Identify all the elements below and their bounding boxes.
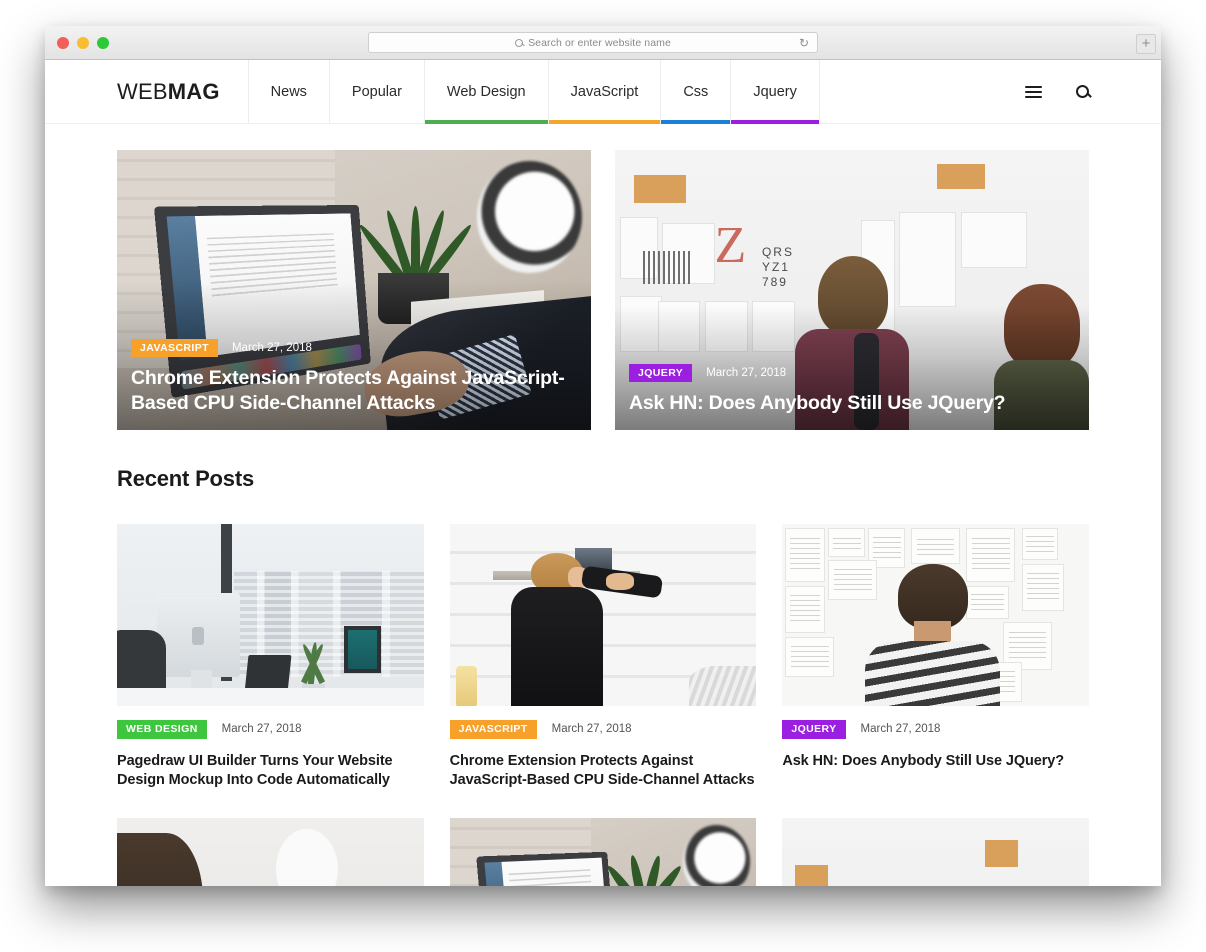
- nav-underline-javascript: [548, 120, 661, 124]
- nav-item-web-design[interactable]: Web Design: [423, 60, 548, 124]
- featured-post-overlay: JAVASCRIPT March 27, 2018 Chrome Extensi…: [117, 280, 591, 430]
- featured-post-card[interactable]: JAVASCRIPT March 27, 2018 Chrome Extensi…: [117, 150, 591, 430]
- post-card[interactable]: Z: [782, 818, 1089, 886]
- post-date: March 27, 2018: [706, 366, 787, 379]
- post-date: March 27, 2018: [551, 723, 632, 736]
- post-card[interactable]: JAVASCRIPT March 27, 2018 Chrome Extensi…: [449, 524, 757, 791]
- recent-posts-grid: WEB DESIGN March 27, 2018 Pagedraw UI Bu…: [117, 524, 1089, 790]
- address-bar-content: Search or enter website name: [515, 37, 671, 49]
- logo-text-bold: MAG: [167, 78, 220, 104]
- category-badge[interactable]: JQUERY: [782, 720, 846, 739]
- page-viewport: WEB MAG News Popular Web Design JavaScrip…: [45, 60, 1161, 886]
- header-actions: [1025, 60, 1161, 123]
- nav-item-label: News: [270, 83, 307, 100]
- post-card[interactable]: WEB DESIGN March 27, 2018 Pagedraw UI Bu…: [117, 524, 424, 790]
- post-meta: WEB DESIGN March 27, 2018: [117, 720, 424, 739]
- post-thumbnail[interactable]: Z: [782, 818, 1089, 886]
- nav-item-label: Web Design: [446, 83, 526, 100]
- post-date: March 27, 2018: [231, 341, 312, 354]
- post-meta: JAVASCRIPT March 27, 2018: [449, 720, 757, 739]
- hamburger-menu-icon[interactable]: [1025, 85, 1042, 98]
- post-title[interactable]: Chrome Extension Protects Against JavaSc…: [450, 752, 757, 791]
- nav-underline-css: [661, 120, 731, 124]
- window-controls: [57, 37, 109, 49]
- category-badge[interactable]: JAVASCRIPT: [449, 720, 537, 739]
- search-icon[interactable]: [1076, 85, 1089, 98]
- featured-post-overlay: JQUERY March 27, 2018 Ask HN: Does Anybo…: [615, 305, 1089, 430]
- address-bar-placeholder: Search or enter website name: [528, 36, 671, 49]
- post-title[interactable]: Ask HN: Does Anybody Still Use JQuery?: [782, 752, 1089, 771]
- post-thumbnail[interactable]: [117, 524, 424, 706]
- nav-item-label: Css: [683, 83, 709, 100]
- new-tab-button[interactable]: +: [1136, 34, 1156, 54]
- page-content: JAVASCRIPT March 27, 2018 Chrome Extensi…: [45, 124, 1161, 886]
- featured-post-title[interactable]: Ask HN: Does Anybody Still Use JQuery?: [629, 391, 1075, 416]
- nav-underline-jquery: [731, 120, 819, 124]
- post-date: March 27, 2018: [221, 723, 302, 736]
- close-window-button[interactable]: [57, 37, 69, 49]
- post-card[interactable]: [449, 818, 757, 886]
- browser-window: Search or enter website name ↻ + WEB MAG …: [45, 26, 1161, 886]
- page-title: Recent Posts: [117, 466, 254, 491]
- recent-posts-grid-row-2: Z: [117, 818, 1089, 886]
- nav-item-label: JavaScript: [570, 83, 639, 100]
- nav-item-news[interactable]: News: [247, 60, 329, 123]
- nav-item-javascript[interactable]: JavaScript: [547, 60, 661, 124]
- post-thumbnail[interactable]: [449, 524, 757, 706]
- search-icon: [515, 38, 524, 47]
- featured-posts-row: JAVASCRIPT March 27, 2018 Chrome Extensi…: [117, 124, 1089, 430]
- featured-post-meta: JAVASCRIPT March 27, 2018: [131, 338, 577, 358]
- post-thumbnail[interactable]: [117, 818, 424, 886]
- main-navigation: News Popular Web Design JavaScript Css J…: [247, 60, 820, 124]
- nav-item-label: Popular: [351, 83, 402, 100]
- post-title[interactable]: Pagedraw UI Builder Turns Your Website D…: [117, 752, 424, 791]
- address-bar[interactable]: Search or enter website name ↻: [368, 32, 818, 53]
- category-badge[interactable]: JAVASCRIPT: [131, 338, 218, 358]
- featured-post-title[interactable]: Chrome Extension Protects Against JavaSc…: [131, 366, 577, 416]
- nav-item-popular[interactable]: Popular: [328, 60, 424, 123]
- nav-underline-web-design: [424, 120, 548, 124]
- featured-post-card[interactable]: Z QRS YZ1 789 JQUERY March 27, 2018 Ask HN…: [615, 150, 1089, 430]
- nav-item-jquery[interactable]: Jquery: [730, 60, 820, 124]
- post-meta: JQUERY March 27, 2018: [782, 720, 1089, 739]
- category-badge[interactable]: WEB DESIGN: [117, 720, 207, 739]
- nav-item-css[interactable]: Css: [660, 60, 731, 124]
- maximize-window-button[interactable]: [97, 37, 109, 49]
- browser-titlebar: Search or enter website name ↻ +: [45, 26, 1161, 60]
- category-badge[interactable]: JQUERY: [629, 363, 693, 383]
- post-card[interactable]: [117, 818, 424, 886]
- logo-text-light: WEB: [117, 78, 168, 104]
- post-date: March 27, 2018: [860, 723, 941, 736]
- post-thumbnail[interactable]: [782, 524, 1089, 706]
- minimize-window-button[interactable]: [77, 37, 89, 49]
- site-logo[interactable]: WEB MAG: [117, 60, 248, 123]
- post-thumbnail[interactable]: [449, 818, 757, 886]
- site-header: WEB MAG News Popular Web Design JavaScrip…: [45, 60, 1161, 124]
- nav-item-label: Jquery: [753, 83, 797, 100]
- featured-post-meta: JQUERY March 27, 2018: [629, 363, 1075, 383]
- reload-icon[interactable]: ↻: [799, 37, 809, 49]
- post-card[interactable]: JQUERY March 27, 2018 Ask HN: Does Anybo…: [782, 524, 1089, 790]
